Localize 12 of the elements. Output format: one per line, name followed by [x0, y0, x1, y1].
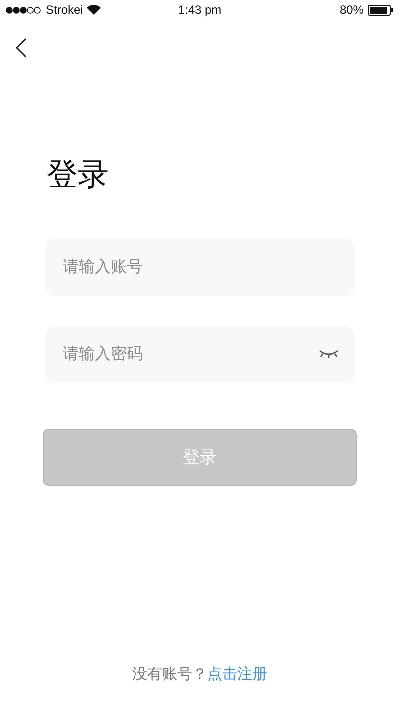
- wifi-icon: [87, 5, 102, 15]
- carrier-name: Strokei: [46, 3, 84, 17]
- signal-icon: [6, 6, 42, 14]
- account-field[interactable]: 请输入账号: [45, 239, 355, 296]
- password-field[interactable]: 请输入密码: [45, 326, 355, 383]
- page-title: 登录: [47, 156, 110, 194]
- status-time: 1:43 pm: [177, 3, 223, 17]
- battery-icon: [368, 4, 394, 16]
- signup-prompt: 没有账号？: [132, 666, 208, 683]
- signup-link[interactable]: 点击注册: [208, 666, 268, 683]
- closed-eye-icon[interactable]: [319, 349, 339, 359]
- battery-percent: 80%: [340, 3, 364, 17]
